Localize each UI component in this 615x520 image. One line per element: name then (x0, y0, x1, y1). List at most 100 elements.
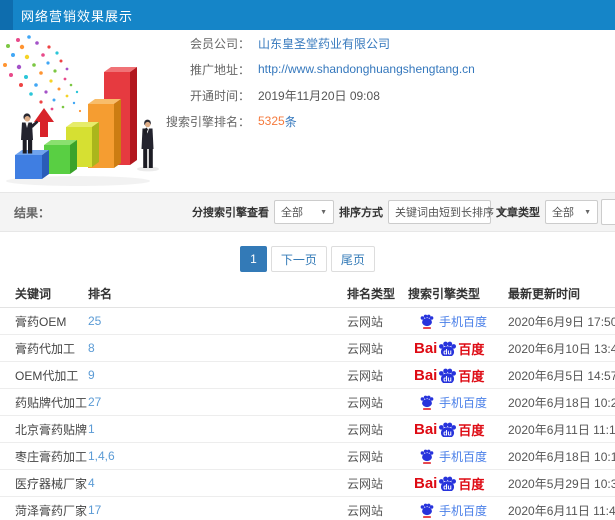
chevron-down-icon: ▼ (584, 208, 591, 216)
rank-type-cell: 云网站 (347, 503, 384, 518)
businessman-figure-right (141, 119, 154, 168)
promo-url-link[interactable]: http://www.shandonghuangshengtang.cn (258, 62, 475, 76)
rank-count-value: 5325 (258, 114, 285, 128)
baidu-logo-bai: Bai (414, 340, 438, 356)
rank-link[interactable]: 25 (88, 314, 347, 328)
businessman-figure-left (21, 113, 39, 154)
table-row: 枣庄膏药加工 1,4,6 云网站 手机百度 Bai du 百度 2020年6月1… (0, 443, 615, 470)
engine-select[interactable]: 全部 ▼ (274, 200, 334, 224)
rank-link[interactable]: 4 (88, 476, 347, 490)
baidu-logo-cn: 百度 (458, 422, 485, 437)
engine-cell: 手机百度 Bai du 百度 (408, 502, 508, 519)
baidu-paw-icon: du (439, 341, 457, 356)
mobile-baidu-badge: 手机百度 (420, 394, 487, 411)
confetti-dots (3, 35, 82, 113)
baidu-paw-icon (420, 314, 434, 329)
pagination: 1 下一页 尾页 (0, 246, 615, 272)
rank-link[interactable]: 8 (88, 341, 347, 355)
baidu-paw-icon: du (439, 368, 457, 383)
next-page-button[interactable]: 下一页 (270, 246, 327, 272)
update-time-cell: 2020年6月5日 14:57 (508, 368, 615, 383)
rank-link[interactable]: 1,4,6 (88, 449, 347, 463)
update-time-cell: 2020年6月11日 11:18 (508, 422, 615, 437)
engine-cell: 手机百度 Bai du 百度 (408, 368, 508, 383)
update-time-cell: 2020年6月18日 10:19 (508, 449, 615, 464)
title-bar: 网络营销效果展示 (0, 0, 615, 30)
keyword-cell: 膏药代加工 (15, 341, 76, 356)
baidu-logo-bai: Bai (414, 421, 438, 437)
keyword-cell: 药贴牌代加工 (15, 395, 88, 410)
rank-type-cell: 云网站 (347, 422, 384, 437)
baidu-paw-icon (420, 503, 434, 518)
article-type-select[interactable]: 全部 ▼ (545, 200, 598, 224)
svg-text:du: du (444, 376, 452, 382)
open-time-value: 2019年11月20日 09:08 (258, 88, 380, 103)
engine-cell: 手机百度 Bai du 百度 (408, 422, 508, 437)
keyword-cell: 菏泽膏药厂家 (15, 503, 88, 518)
engine-cell: 手机百度 Bai du 百度 (408, 341, 508, 356)
chart-bars (15, 67, 137, 179)
table-row: OEM代加工 9 云网站 手机百度 Bai du 百度 2020年6月5日 14… (0, 362, 615, 389)
baidu-paw-icon (420, 395, 434, 410)
keyword-cell: 医疗器械厂家 (15, 476, 88, 491)
svg-text:du: du (444, 349, 452, 355)
submit-button[interactable]: 提交 (601, 199, 615, 225)
last-page-button[interactable]: 尾页 (330, 246, 375, 272)
baidu-paw-icon (420, 449, 434, 464)
baidu-logo: Bai du 百度 (414, 368, 484, 383)
mobile-baidu-label: 手机百度 (439, 314, 488, 329)
bar-chart-illustration (3, 35, 159, 186)
col-header-rank: 排名 (88, 287, 113, 301)
update-time-cell: 2020年6月9日 17:50 (508, 314, 615, 329)
rank-link[interactable]: 1 (88, 422, 347, 436)
keyword-cell: 膏药OEM (15, 314, 67, 329)
keyword-cell: 北京膏药贴牌 (15, 422, 88, 437)
rank-link[interactable]: 9 (88, 368, 347, 382)
mobile-baidu-label: 手机百度 (439, 395, 488, 410)
engine-cell: 手机百度 Bai du 百度 (408, 394, 508, 411)
table-row: 膏药OEM 25 云网站 手机百度 Bai du 百度 2020年6月9日 17… (0, 308, 615, 335)
mobile-baidu-badge: 手机百度 (420, 502, 487, 519)
baidu-logo-bai: Bai (414, 475, 438, 491)
update-time-cell: 2020年5月29日 10:32 (508, 476, 615, 491)
rank-type-cell: 云网站 (347, 449, 384, 464)
baidu-logo: Bai du 百度 (414, 476, 484, 491)
mobile-baidu-label: 手机百度 (439, 503, 488, 518)
engine-cell: 手机百度 Bai du 百度 (408, 313, 508, 330)
update-time-cell: 2020年6月11日 11:40 (508, 503, 615, 518)
table-row: 医疗器械厂家 4 云网站 手机百度 Bai du 百度 2020年5月29日 1… (0, 470, 615, 497)
page-title: 网络营销效果展示 (21, 8, 134, 24)
filter-bar: 结果： 分搜索引擎查看 全部 ▼ 排序方式 关键词由短到长排序 ▼ 文章类型 全… (0, 192, 615, 232)
mobile-baidu-badge: 手机百度 (420, 448, 487, 465)
sort-select[interactable]: 关键词由短到长排序 ▼ (388, 200, 505, 224)
rank-type-cell: 云网站 (347, 314, 384, 329)
article-type-select-value: 全部 (552, 207, 574, 219)
baidu-logo: Bai du 百度 (414, 341, 484, 356)
table-row: 膏药代加工 8 云网站 手机百度 Bai du 百度 2020年6月10日 13… (0, 335, 615, 362)
baidu-paw-icon: du (439, 422, 457, 437)
baidu-paw-icon: du (439, 476, 457, 491)
table-header: 关键词 排名 排名类型 搜索引擎类型 最新更新时间 (0, 280, 615, 308)
chevron-down-icon: ▼ (320, 208, 327, 216)
rank-link[interactable]: 27 (88, 395, 347, 409)
engine-cell: 手机百度 Bai du 百度 (408, 476, 508, 491)
table-row: 药贴牌代加工 27 云网站 手机百度 Bai du 百度 2020年6月18日 … (0, 389, 615, 416)
mobile-baidu-badge: 手机百度 (420, 313, 487, 330)
baidu-logo-cn: 百度 (458, 368, 485, 383)
rank-link[interactable]: 17 (88, 503, 347, 517)
page-1-button[interactable]: 1 (240, 246, 267, 272)
baidu-logo-cn: 百度 (458, 341, 485, 356)
col-header-engine: 搜索引擎类型 (408, 287, 481, 301)
baidu-logo: Bai du 百度 (414, 422, 484, 437)
rank-type-cell: 云网站 (347, 368, 384, 383)
figure-shadow (137, 166, 159, 172)
engine-filter-label: 分搜索引擎查看 (192, 207, 269, 219)
company-link[interactable]: 山东皇圣堂药业有限公司 (258, 35, 390, 52)
col-header-ranktype: 排名类型 (347, 287, 396, 301)
col-header-keyword: 关键词 (15, 287, 52, 301)
sort-select-value: 关键词由短到长排序 (395, 207, 494, 219)
result-label: 结果： (14, 205, 51, 220)
keyword-cell: 枣庄膏药加工 (15, 449, 88, 464)
title-bar-accent (0, 0, 13, 30)
table-row: 菏泽膏药厂家 17 云网站 手机百度 Bai du 百度 2020年6月11日 … (0, 497, 615, 520)
